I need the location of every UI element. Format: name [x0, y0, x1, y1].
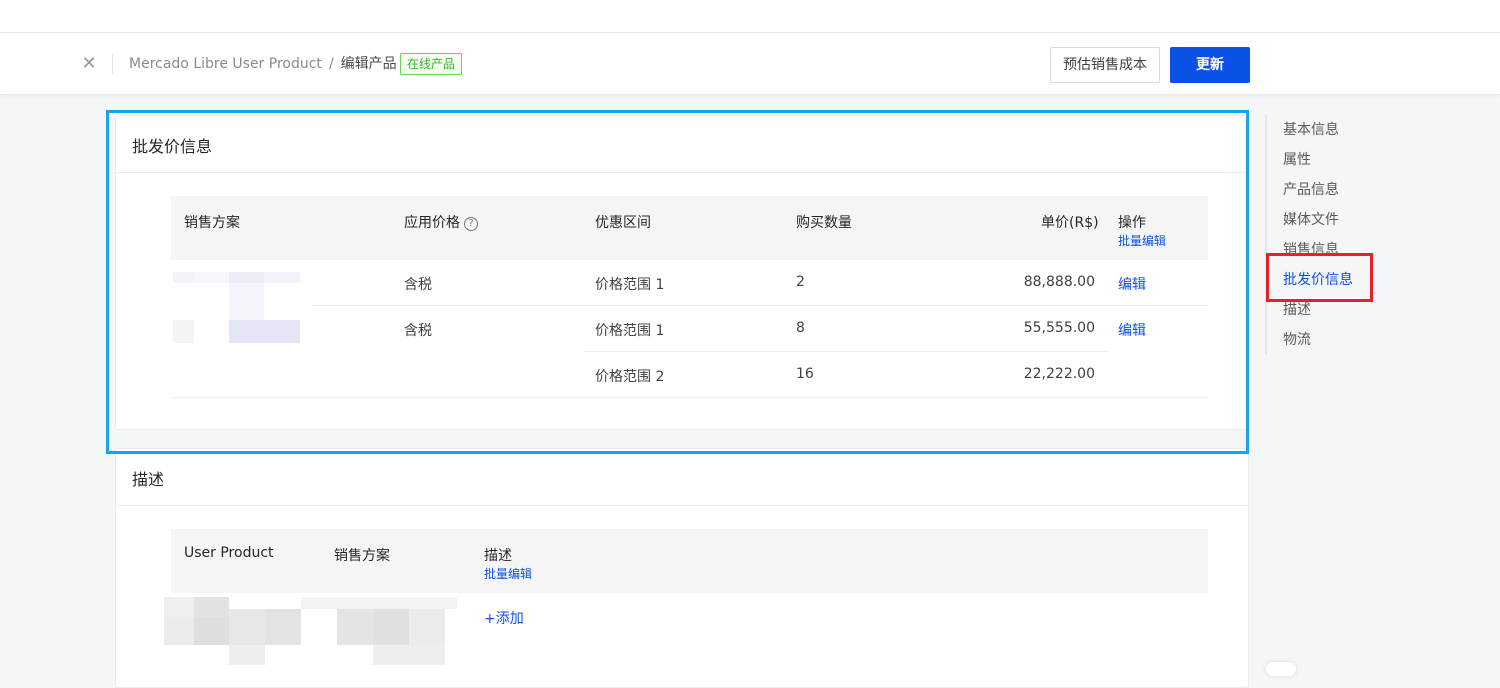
col-unit-price: 单价(R$) — [1041, 215, 1099, 231]
unit-price-cell: 55,555.00 — [1023, 320, 1095, 336]
edit-link[interactable]: 编辑 — [1118, 320, 1146, 340]
col-discount-range: 优惠区间 — [595, 215, 651, 231]
col-applied-price-label: 应用价格 — [404, 215, 460, 231]
anchor-nav: 基本信息 属性 产品信息 媒体文件 销售信息 批发价信息 描述 物流 — [1265, 115, 1395, 355]
anchor-item-wholesale-price[interactable]: 批发价信息 — [1283, 269, 1353, 289]
anchor-item-sales-info[interactable]: 销售信息 — [1283, 239, 1339, 259]
page-header: ✕ Mercado Libre User Product / 编辑产品 在线产品 预… — [0, 33, 1500, 95]
row-divider — [584, 351, 1108, 352]
status-badge: 在线产品 — [400, 53, 463, 75]
description-table-header: User Product 销售方案 描述 批量编辑 — [171, 529, 1208, 593]
help-icon[interactable]: ? — [464, 217, 478, 231]
anchor-item-description[interactable]: 描述 — [1283, 299, 1311, 319]
card-divider — [116, 172, 1248, 173]
unit-price-cell: 88,888.00 — [1023, 274, 1095, 290]
bulk-edit-link[interactable]: 批量编辑 — [1118, 232, 1166, 249]
anchor-item-media-files[interactable]: 媒体文件 — [1283, 209, 1339, 229]
close-icon[interactable]: ✕ — [80, 55, 98, 73]
row-divider — [312, 305, 1208, 306]
edit-link[interactable]: 编辑 — [1118, 274, 1146, 294]
floating-widget[interactable] — [1266, 662, 1296, 676]
anchor-item-product-info[interactable]: 产品信息 — [1283, 179, 1339, 199]
row-divider — [171, 397, 1208, 398]
header-divider — [112, 53, 113, 75]
breadcrumb: Mercado Libre User Product / 编辑产品 — [129, 55, 397, 73]
description-card: 描述 User Product 销售方案 描述 批量编辑 +添加 — [115, 448, 1249, 688]
estimate-cost-button[interactable]: 预估销售成本 — [1050, 47, 1160, 83]
col-sales-plan: 销售方案 — [334, 548, 390, 564]
wholesale-title: 批发价信息 — [132, 137, 213, 156]
range-cell: 价格范围 1 — [595, 323, 665, 339]
bulk-edit-link[interactable]: 批量编辑 — [484, 565, 532, 582]
col-description: 描述 — [484, 548, 512, 564]
quantity-cell: 8 — [796, 320, 805, 336]
col-action: 操作 — [1118, 215, 1146, 231]
breadcrumb-separator: / — [328, 56, 334, 72]
description-title: 描述 — [132, 470, 165, 489]
col-user-product: User Product — [184, 545, 274, 561]
quantity-cell: 2 — [796, 274, 805, 290]
update-button[interactable]: 更新 — [1170, 47, 1250, 83]
unit-price-cell: 22,222.00 — [1023, 366, 1095, 382]
col-applied-price: 应用价格? — [404, 212, 478, 232]
anchor-item-attributes[interactable]: 属性 — [1283, 149, 1311, 169]
top-strip — [0, 0, 1500, 33]
breadcrumb-current: 编辑产品 — [340, 56, 397, 72]
wholesale-table-header: 销售方案 应用价格? 优惠区间 购买数量 单价(R$) 操作 批量编辑 — [171, 196, 1208, 260]
range-cell: 价格范围 1 — [595, 277, 665, 293]
wholesale-price-card: 批发价信息 销售方案 应用价格? 优惠区间 购买数量 单价(R$) 操作 批量编… — [115, 115, 1249, 430]
anchor-item-logistics[interactable]: 物流 — [1283, 329, 1311, 349]
applied-price-cell: 含税 — [404, 277, 432, 293]
anchor-item-basic-info[interactable]: 基本信息 — [1283, 119, 1339, 139]
card-divider — [116, 505, 1248, 506]
col-sales-plan: 销售方案 — [184, 215, 240, 231]
range-cell: 价格范围 2 — [595, 369, 665, 385]
breadcrumb-root[interactable]: Mercado Libre User Product — [129, 56, 322, 72]
quantity-cell: 16 — [796, 366, 814, 382]
add-description-link[interactable]: +添加 — [484, 608, 524, 628]
col-purchase-qty: 购买数量 — [796, 215, 852, 231]
applied-price-cell: 含税 — [404, 323, 432, 339]
